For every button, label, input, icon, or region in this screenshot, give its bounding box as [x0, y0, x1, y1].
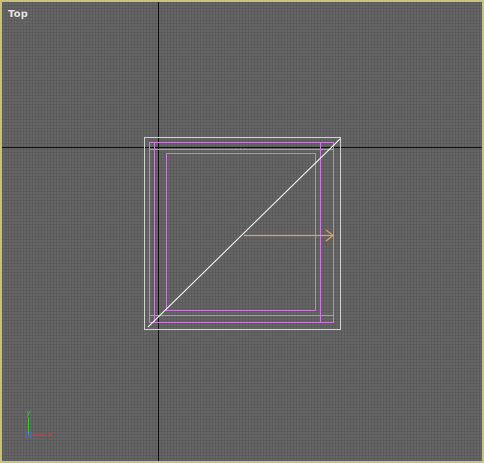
- axis-y-label: y: [26, 408, 31, 417]
- axis-x-label: x: [48, 430, 53, 439]
- diagonal-edge: [147, 138, 341, 328]
- object-dim-label: · · ·: [235, 145, 246, 153]
- selected-frame-object[interactable]: [149, 142, 334, 323]
- top-viewport[interactable]: Top · · · y x: [0, 0, 484, 463]
- viewport-scene[interactable]: · · ·: [2, 2, 482, 461]
- direction-arrow-icon[interactable]: [244, 229, 334, 242]
- object-bounding-box[interactable]: [144, 137, 341, 330]
- frame-outer-edge: [149, 142, 334, 323]
- axis-tripod-icon: [25, 417, 46, 438]
